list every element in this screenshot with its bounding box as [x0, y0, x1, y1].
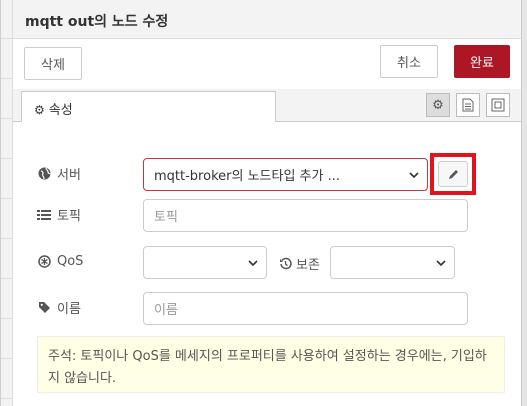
qos-icon	[37, 255, 51, 269]
document-icon	[462, 98, 474, 112]
tab-properties-label: 속성	[48, 103, 73, 118]
retain-label: 보존	[278, 254, 320, 273]
chevron-down-icon	[436, 260, 446, 267]
qos-label: QoS	[37, 254, 83, 269]
tab-appearance[interactable]	[486, 93, 510, 117]
tab-properties[interactable]: ⚙ 속성	[21, 91, 276, 123]
globe-icon	[37, 167, 51, 181]
dialog-title: mqtt out의 노드 수정	[25, 14, 169, 30]
server-label-text: 서버	[57, 168, 81, 183]
history-icon	[278, 257, 292, 271]
topic-label-text: 토픽	[57, 209, 81, 224]
edit-node-dialog: mqtt out의 노드 수정 삭제 취소 완료 ⚙ 속성 ⚙ 서버 mqtt-…	[0, 0, 527, 406]
server-select-value: mqtt-broker의 노드타입 추가 ...	[154, 169, 340, 184]
name-label: 이름	[37, 298, 81, 317]
workspace-edge	[1, 0, 13, 406]
done-button[interactable]: 완료	[454, 45, 510, 78]
scrollbar[interactable]	[521, 0, 527, 406]
dialog-titlebar: mqtt out의 노드 수정	[13, 0, 522, 39]
chevron-down-icon	[409, 172, 419, 179]
pencil-icon	[448, 169, 458, 179]
name-placeholder: 이름	[154, 303, 178, 318]
name-label-text: 이름	[57, 302, 81, 317]
delete-button[interactable]: 삭제	[24, 47, 82, 80]
tab-settings[interactable]: ⚙	[426, 93, 450, 117]
tabs-bar: ⚙ 속성 ⚙	[13, 89, 522, 123]
retain-label-text: 보존	[296, 258, 320, 273]
topic-icon	[37, 208, 51, 222]
tab-description[interactable]	[456, 93, 480, 117]
topic-input[interactable]: 토픽	[143, 199, 468, 232]
edit-server-button[interactable]	[438, 161, 468, 187]
topic-label: 토픽	[37, 205, 81, 224]
dialog-toolbar: 삭제 취소 완료	[13, 39, 522, 89]
name-input[interactable]: 이름	[143, 292, 468, 325]
gear-icon: ⚙	[432, 97, 444, 113]
tag-icon	[37, 301, 51, 315]
topic-placeholder: 토픽	[154, 210, 178, 225]
edit-server-highlight	[430, 153, 476, 195]
frame-icon	[491, 98, 505, 112]
server-select[interactable]: mqtt-broker의 노드타입 추가 ...	[143, 158, 428, 191]
info-note: 주석: 토픽이나 QoS를 메세지의 프로퍼티를 사용하여 설정하는 경우에는,…	[37, 336, 505, 393]
chevron-down-icon	[248, 260, 258, 267]
cancel-button[interactable]: 취소	[380, 45, 438, 78]
gear-icon: ⚙	[34, 103, 45, 117]
retain-select[interactable]	[330, 246, 455, 279]
qos-select[interactable]	[143, 246, 267, 279]
server-label: 서버	[37, 164, 81, 183]
properties-panel: 서버 mqtt-broker의 노드타입 추가 ... 토픽 토픽 QoS 보존…	[13, 122, 522, 406]
qos-label-text: QoS	[57, 254, 84, 269]
